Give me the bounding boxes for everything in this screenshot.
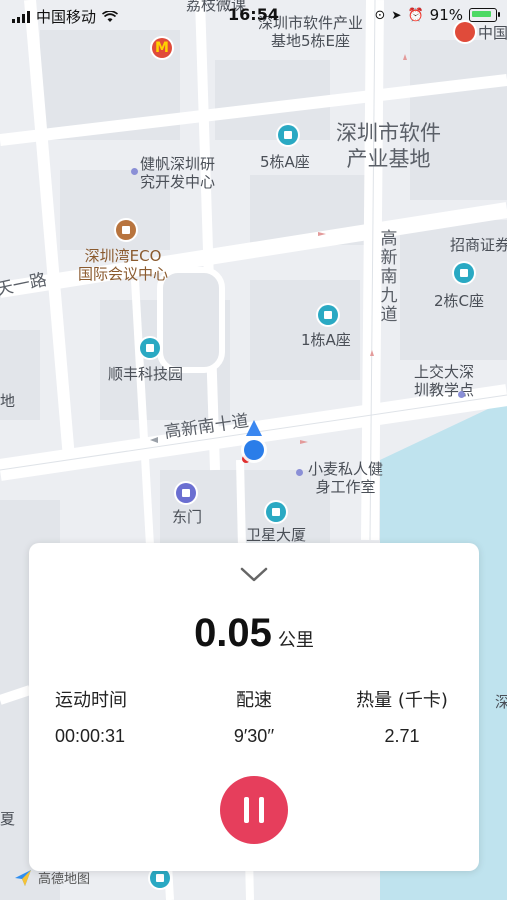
status-bar: 中国移动 16:54 ⊙ ➤ ⏰ 91% xyxy=(0,0,507,30)
building-poi-icon[interactable] xyxy=(150,868,170,888)
stat-label: 配速 xyxy=(236,690,272,711)
stat-pace: 配速 9′30′′ xyxy=(179,686,329,747)
map-label: 顺丰科技园 xyxy=(108,365,184,383)
alarm-icon: ⏰ xyxy=(407,7,424,23)
stat-duration: 运动时间 00:00:31 xyxy=(29,686,179,747)
map-label: 卫星大厦 xyxy=(246,526,307,544)
map-label: 2栋C座 xyxy=(434,292,485,310)
map-label: 东门 xyxy=(172,508,203,526)
collapse-chevron-icon[interactable] xyxy=(239,565,269,585)
poi-dot xyxy=(458,391,465,398)
amap-logo-icon xyxy=(15,869,31,886)
convention-center-icon[interactable] xyxy=(116,220,136,240)
distance-display: 0.05 公里 xyxy=(29,611,479,656)
stat-label: 热量 (千卡) xyxy=(356,690,448,711)
poi-dot xyxy=(296,469,303,476)
map-label: 深圳湾ECO 国际会议中心 xyxy=(78,247,169,283)
building-poi-icon[interactable] xyxy=(266,502,286,522)
location-icon: ➤ xyxy=(391,8,402,22)
pause-icon xyxy=(259,797,264,823)
map-label: 5栋A座 xyxy=(260,153,310,171)
map-label: 上交大深 圳教学点 xyxy=(414,363,475,399)
building-poi-icon[interactable] xyxy=(318,305,338,325)
building-poi-icon[interactable] xyxy=(140,338,160,358)
poi-dot xyxy=(131,168,138,175)
pause-icon xyxy=(244,797,249,823)
orientation-lock-icon: ⊙ xyxy=(374,7,386,23)
map-label: 小麦私人健 身工作室 xyxy=(308,460,384,496)
workout-panel: 0.05 公里 运动时间 00:00:31 配速 9′30′′ 热量 (千卡) 2… xyxy=(29,543,479,871)
map-label-area: 深圳市软件 产业基地 xyxy=(336,121,441,171)
user-location-dot xyxy=(244,440,264,460)
distance-value: 0.05 xyxy=(194,611,272,655)
map-label: 地 xyxy=(0,392,16,410)
building-poi-icon[interactable] xyxy=(454,263,474,283)
attribution-text: 高德地图 xyxy=(38,872,91,887)
stat-calories: 热量 (千卡) 2.71 xyxy=(327,686,477,747)
distance-unit: 公里 xyxy=(277,630,314,651)
heading-arrow-icon xyxy=(246,420,262,436)
mcdonalds-icon[interactable]: M xyxy=(152,38,172,58)
map-attribution: 高德地图 xyxy=(14,868,90,887)
map-label: 健帆深圳研 究开发中心 xyxy=(140,155,216,191)
battery-percent: 91% xyxy=(429,6,463,24)
map-label: 招商证券 xyxy=(450,236,507,254)
battery-icon xyxy=(469,8,500,22)
status-right: ⊙ ➤ ⏰ 91% xyxy=(374,6,500,24)
stat-value: 9′30′′ xyxy=(233,726,275,746)
pause-button[interactable] xyxy=(220,776,288,844)
map-label: 夏 xyxy=(0,810,16,828)
stat-value: 00:00:31 xyxy=(55,726,126,746)
map-label: 深 xyxy=(495,693,507,711)
building-poi-icon[interactable] xyxy=(278,125,298,145)
gate-icon[interactable] xyxy=(176,483,196,503)
road-label-gaoxin-9: 高新南九道 xyxy=(380,229,398,325)
stat-label: 运动时间 xyxy=(55,690,127,711)
map-label: 1栋A座 xyxy=(301,331,351,349)
stat-value: 2.71 xyxy=(384,726,420,746)
